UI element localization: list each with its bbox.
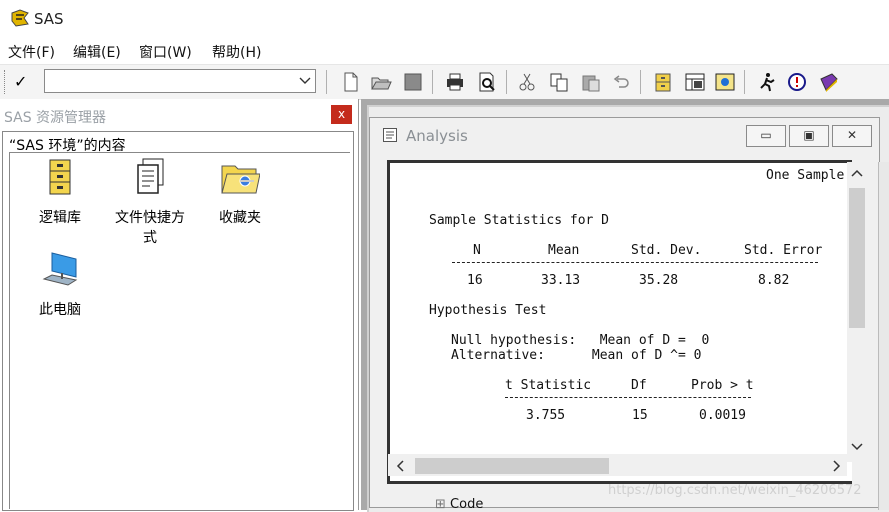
- col-header-std-error: Std. Error: [744, 243, 823, 258]
- vertical-scrollbar[interactable]: [847, 162, 867, 462]
- explorer-item-label: 逻辑库: [39, 210, 81, 226]
- explorer-item-label: 收藏夹: [219, 210, 261, 226]
- print-icon[interactable]: [444, 71, 466, 93]
- library-cabinet-icon: [49, 159, 71, 195]
- command-input[interactable]: [44, 69, 316, 93]
- file-shortcut-icon: [137, 158, 164, 194]
- menu-file[interactable]: 文件(F): [8, 42, 55, 62]
- chevron-down-icon[interactable]: [851, 442, 863, 452]
- horizontal-scroll-thumb[interactable]: [415, 458, 609, 474]
- col-header-prob: Prob > t: [691, 378, 754, 393]
- help-icon[interactable]: [786, 71, 808, 93]
- paste-icon[interactable]: [580, 71, 602, 93]
- chevron-left-icon[interactable]: [395, 460, 405, 472]
- analysis-title-bar[interactable]: Analysis ▭ ▣ ✕: [370, 118, 879, 154]
- value-std-error: 8.82: [758, 273, 790, 288]
- col-header-t-statistic: t Statistic: [505, 378, 592, 393]
- submit-command-button[interactable]: ✓: [14, 72, 36, 92]
- app-title: SAS: [34, 10, 64, 28]
- horizontal-scrollbar[interactable]: [388, 454, 847, 476]
- close-icon: x: [337, 107, 346, 121]
- explorer-close-button[interactable]: x: [331, 105, 352, 124]
- toolbar-separator: [506, 70, 507, 94]
- toolbar-separator: [640, 70, 641, 94]
- copy-icon[interactable]: [548, 71, 570, 93]
- hypothesis-test-heading: Hypothesis Test: [429, 303, 547, 318]
- value-df: 15: [632, 408, 648, 423]
- toolbar-grip: [4, 70, 7, 94]
- alternative-hypothesis-line: Alternative: Mean of D ^= 0: [451, 348, 702, 363]
- col-header-mean: Mean: [548, 243, 580, 258]
- close-button[interactable]: ✕: [832, 125, 872, 147]
- sample-statistics-heading: Sample Statistics for D: [429, 213, 610, 228]
- col-header-std-dev: Std. Dev.: [631, 243, 702, 258]
- title-bar: SAS: [0, 0, 889, 38]
- run-icon[interactable]: [756, 71, 778, 93]
- minimize-icon: ▭: [760, 128, 772, 142]
- explorer-item-libraries[interactable]: 逻辑库: [20, 157, 100, 227]
- chevron-right-icon[interactable]: [832, 460, 842, 472]
- explorer-icon[interactable]: [684, 71, 706, 93]
- null-hypothesis-line: Null hypothesis: Mean of D = 0: [451, 333, 710, 348]
- explorer-panel: “SAS 环境”的内容 逻辑库 文件快捷方式 收藏夹 此电脑: [2, 131, 354, 511]
- output-text-area[interactable]: One Sample Sample Statistics for D N Mea…: [387, 160, 852, 484]
- minimize-button[interactable]: ▭: [746, 125, 786, 147]
- value-t-statistic: 3.755: [526, 408, 566, 423]
- watermark-text: https://blog.csdn.net/weixin_46206572: [608, 483, 862, 498]
- undo-icon[interactable]: [610, 71, 632, 93]
- print-preview-icon[interactable]: [476, 71, 498, 93]
- chevron-up-icon[interactable]: [851, 168, 863, 178]
- docs-icon[interactable]: [818, 71, 840, 93]
- computer-icon: [42, 252, 78, 286]
- explorer-item-file-shortcuts[interactable]: 文件快捷方式: [110, 157, 190, 247]
- table-rule: [452, 262, 818, 263]
- results-icon[interactable]: [714, 71, 736, 93]
- new-icon[interactable]: [340, 71, 362, 93]
- explorer-item-label: 文件快捷方式: [115, 210, 185, 246]
- table-rule: [505, 397, 751, 398]
- value-prob: 0.0019: [699, 408, 746, 423]
- restore-button[interactable]: ▣: [789, 125, 829, 147]
- favorites-folder-icon: [221, 165, 261, 194]
- document-output-icon: [383, 128, 397, 142]
- analysis-window[interactable]: Analysis ▭ ▣ ✕ One Sample Sample Statist…: [369, 117, 880, 508]
- sas-logo-icon: [11, 9, 29, 27]
- explorer-content: 逻辑库 文件快捷方式 收藏夹 此电脑: [9, 152, 350, 509]
- close-icon: ✕: [846, 128, 858, 142]
- sas-explorer-pane: SAS 资源管理器 x “SAS 环境”的内容 逻辑库 文件快捷方式 收藏夹 此…: [0, 99, 359, 511]
- explorer-header: SAS 资源管理器 x: [0, 99, 358, 129]
- toolbar-separator: [432, 70, 433, 94]
- explorer-item-this-pc[interactable]: 此电脑: [20, 249, 100, 319]
- toolbar-separator: [326, 70, 327, 94]
- output-header: One Sample: [766, 168, 845, 183]
- menu-edit[interactable]: 编辑(E): [73, 42, 121, 62]
- menu-bar: 文件(F) 编辑(E) 窗口(W) 帮助(H): [0, 38, 889, 64]
- restore-icon: ▣: [803, 128, 815, 142]
- background-window-edge: [878, 162, 889, 510]
- value-mean: 33.13: [541, 273, 581, 288]
- menu-window[interactable]: 窗口(W): [139, 42, 192, 62]
- libraries-icon[interactable]: [652, 71, 674, 93]
- col-header-n: N: [473, 243, 481, 258]
- value-n: 16: [467, 273, 483, 288]
- cut-icon[interactable]: [516, 71, 538, 93]
- explorer-item-favorites[interactable]: 收藏夹: [200, 157, 280, 227]
- col-header-df: Df: [631, 378, 647, 393]
- value-std-dev: 35.28: [639, 273, 679, 288]
- explorer-title: SAS 资源管理器: [4, 110, 107, 126]
- toolbar-separator: [744, 70, 745, 94]
- save-icon[interactable]: [402, 71, 424, 93]
- vertical-scroll-thumb[interactable]: [849, 188, 865, 328]
- chevron-down-icon[interactable]: [299, 73, 311, 89]
- menu-help[interactable]: 帮助(H): [212, 42, 261, 62]
- open-icon[interactable]: [370, 71, 392, 93]
- toolbar: ✓: [0, 64, 889, 100]
- analysis-title: Analysis: [406, 127, 468, 145]
- explorer-item-label: 此电脑: [39, 302, 81, 318]
